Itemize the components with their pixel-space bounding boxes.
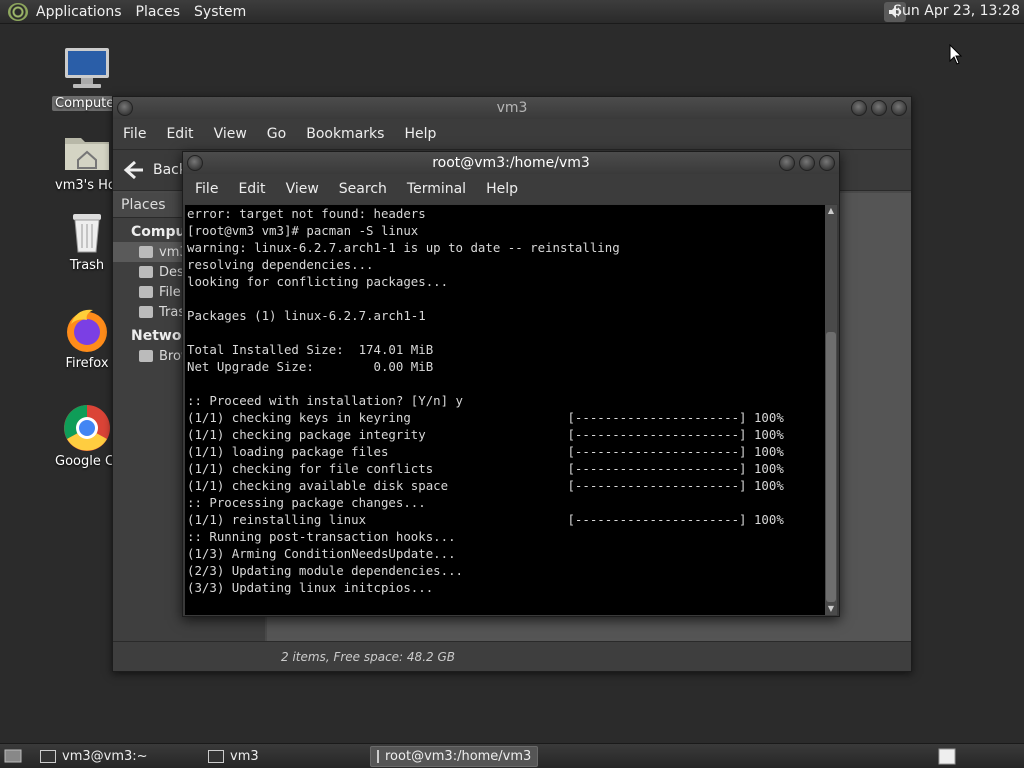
terminal-scrollbar[interactable]: ▲ ▼ — [825, 205, 837, 615]
show-desktop-icon[interactable] — [4, 748, 22, 764]
menu-bookmarks[interactable]: Bookmarks — [296, 126, 394, 142]
network-icon — [139, 350, 153, 362]
bottom-panel: vm3@vm3:~ vm3 root@vm3:/home/vm3 — [0, 743, 1024, 768]
terminal-icon — [40, 750, 56, 763]
window-menu-button[interactable] — [117, 100, 133, 116]
terminal-line: (2/3) Updating module dependencies... — [187, 563, 464, 578]
minimize-button[interactable] — [851, 100, 867, 116]
scrollbar-thumb[interactable] — [826, 331, 836, 603]
terminal-titlebar[interactable]: root@vm3:/home/vm3 — [183, 152, 839, 174]
menu-file[interactable]: File — [113, 126, 156, 142]
taskbar-item-label: root@vm3:/home/vm3 — [385, 749, 532, 764]
desktop-icon-label: Firefox — [65, 356, 109, 371]
terminal-line: error: target not found: headers — [187, 206, 426, 221]
menu-view[interactable]: View — [276, 181, 329, 197]
terminal-line: (1/1) checking available disk space [---… — [187, 478, 784, 493]
taskbar-item-terminal-root[interactable]: root@vm3:/home/vm3 — [370, 746, 538, 767]
menu-edit[interactable]: Edit — [228, 181, 275, 197]
menu-terminal[interactable]: Terminal — [397, 181, 476, 197]
maximize-button[interactable] — [799, 155, 815, 171]
mouse-cursor-icon — [949, 44, 963, 65]
menu-file[interactable]: File — [185, 181, 228, 197]
terminal-output[interactable]: error: target not found: headers [root@vm… — [185, 205, 827, 615]
menu-applications[interactable]: Applications — [28, 4, 132, 20]
computer-icon — [52, 46, 122, 94]
close-button[interactable] — [819, 155, 835, 171]
taskbar-item-label: vm3@vm3:~ — [62, 749, 148, 764]
terminal-title: root@vm3:/home/vm3 — [432, 155, 590, 171]
terminal-menubar: File Edit View Search Terminal Help — [183, 174, 839, 204]
terminal-line: [root@vm3 vm3]# pacman -S linux — [187, 223, 419, 238]
menu-system[interactable]: System — [190, 4, 256, 20]
menu-go[interactable]: Go — [257, 126, 296, 142]
workspace-switcher-icon[interactable] — [938, 748, 956, 765]
menu-edit[interactable]: Edit — [156, 126, 203, 142]
terminal-line: (1/3) Arming ConditionNeedsUpdate... — [187, 546, 456, 561]
scroll-down-arrow-icon[interactable]: ▼ — [826, 604, 836, 614]
terminal-line: (1/1) checking package integrity [------… — [187, 427, 784, 442]
distro-logo-icon[interactable] — [8, 2, 28, 21]
menu-search[interactable]: Search — [329, 181, 397, 197]
file-manager-menubar: File Edit View Go Bookmarks Help — [113, 119, 911, 149]
clock[interactable]: Sun Apr 23, 13:28 — [893, 3, 1020, 19]
terminal-line: warning: linux-6.2.7.arch1-1 is up to da… — [187, 240, 620, 255]
terminal-line: (1/1) checking keys in keyring [--------… — [187, 410, 784, 425]
terminal-line: (3/3) Updating linux initcpios... — [187, 580, 434, 595]
terminal-line: looking for conflicting packages... — [187, 274, 449, 289]
taskbar-item-file-manager[interactable]: vm3 — [202, 746, 265, 767]
top-panel: Applications Places System Sun Apr 23, 1… — [0, 0, 1024, 24]
window-menu-button[interactable] — [187, 155, 203, 171]
terminal-line: :: Running post-transaction hooks... — [187, 529, 456, 544]
terminal-icon — [377, 750, 379, 763]
terminal-line: (1/1) reinstalling linux [--------------… — [187, 512, 784, 527]
menu-view[interactable]: View — [204, 126, 257, 142]
menu-help[interactable]: Help — [394, 126, 446, 142]
home-folder-icon — [139, 246, 153, 258]
desktop-icon-label: Trash — [69, 258, 105, 273]
drive-icon — [139, 286, 153, 298]
trash-icon — [139, 306, 153, 318]
terminal-line: :: Proceed with installation? [Y/n] y — [187, 393, 464, 408]
status-bar: 2 items, Free space: 48.2 GB — [113, 641, 911, 671]
scroll-up-arrow-icon[interactable]: ▲ — [826, 206, 836, 216]
home-folder-icon — [208, 750, 224, 763]
terminal-line: (1/1) loading package files [-----------… — [187, 444, 784, 459]
terminal-line: resolving dependencies... — [187, 257, 374, 272]
menu-help[interactable]: Help — [476, 181, 528, 197]
file-manager-titlebar[interactable]: vm3 — [113, 97, 911, 119]
terminal-line: Packages (1) linux-6.2.7.arch1-1 — [187, 308, 426, 323]
menu-places[interactable]: Places — [132, 4, 191, 20]
taskbar-item-label: vm3 — [230, 749, 259, 764]
terminal-line: :: Processing package changes... — [187, 495, 426, 510]
close-button[interactable] — [891, 100, 907, 116]
terminal-line: (1/1) checking for file conflicts [-----… — [187, 461, 784, 476]
back-button[interactable]: Back — [123, 160, 187, 180]
terminal-line: Net Upgrade Size: 0.00 MiB — [187, 359, 434, 374]
back-arrow-icon — [123, 160, 143, 180]
file-manager-title: vm3 — [496, 100, 528, 116]
minimize-button[interactable] — [779, 155, 795, 171]
terminal-window[interactable]: root@vm3:/home/vm3 File Edit View Search… — [182, 151, 840, 617]
terminal-line: Total Installed Size: 174.01 MiB — [187, 342, 434, 357]
maximize-button[interactable] — [871, 100, 887, 116]
desktop-folder-icon — [139, 266, 153, 278]
taskbar-item-terminal-home[interactable]: vm3@vm3:~ — [34, 746, 154, 767]
